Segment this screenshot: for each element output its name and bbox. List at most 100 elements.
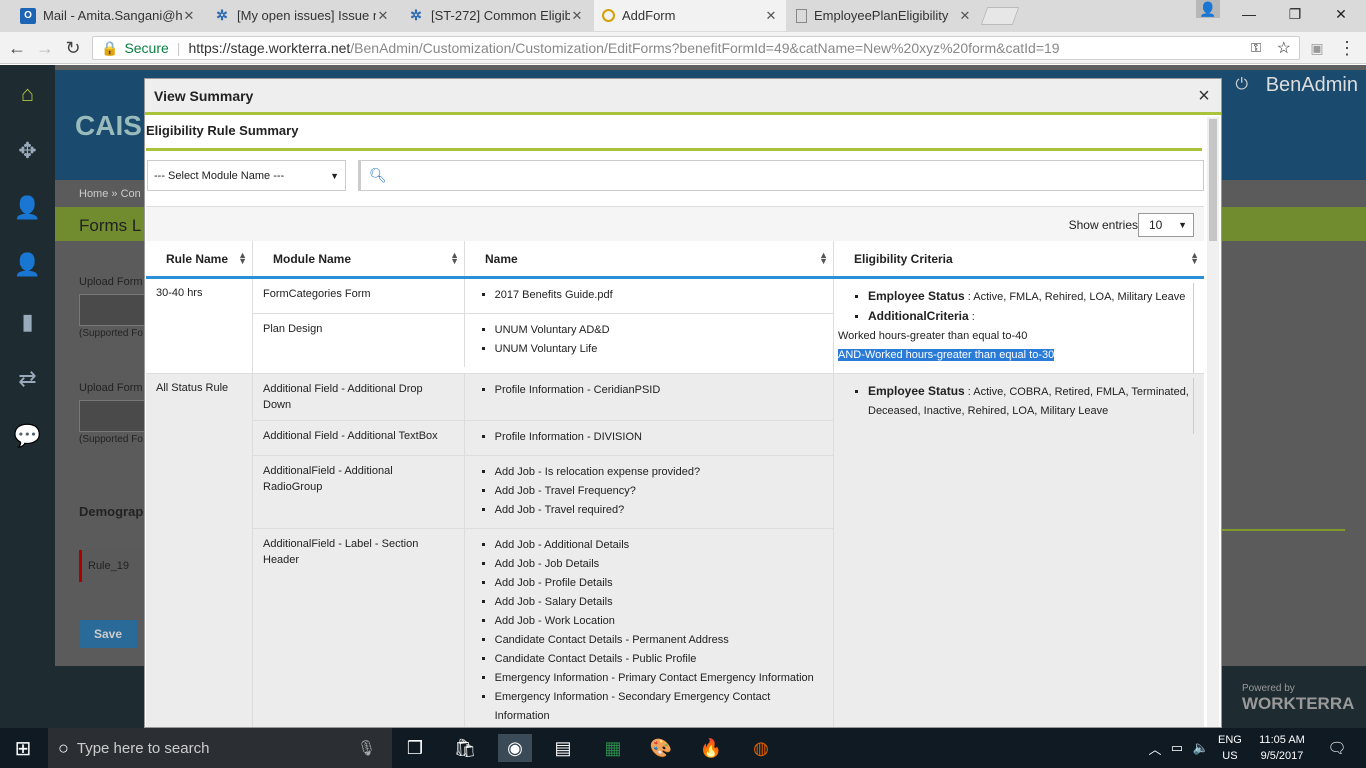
close-icon[interactable]: ✕ xyxy=(764,8,778,24)
puzzle-icon[interactable]: ✥ xyxy=(0,122,55,179)
column-label: Name xyxy=(485,251,518,266)
right-green-rule xyxy=(1215,529,1345,531)
tab-label: EmployeePlanEligibility xyxy=(814,8,949,23)
firefox-icon[interactable]: ◍ xyxy=(746,734,776,762)
module-name-cell: Additional Field - Additional TextBox xyxy=(253,421,465,455)
tab-my-open-issues[interactable]: ✲ [My open issues] Issue n ✕ xyxy=(206,0,398,31)
save-button[interactable]: Save xyxy=(79,620,137,648)
excel-icon[interactable]: ▦ xyxy=(598,734,628,762)
module-row: AdditionalField - Label - Section Header… xyxy=(253,529,833,727)
lock-icon: 🔒 xyxy=(101,39,119,56)
close-icon[interactable]: ✕ xyxy=(182,8,196,24)
user-star-icon[interactable]: 👤 xyxy=(0,179,55,236)
reload-icon[interactable]: ↻ xyxy=(62,37,84,59)
notifications-icon[interactable]: 🗨 xyxy=(1322,734,1352,762)
key-icon[interactable]: ⚿ xyxy=(1251,40,1261,56)
brand-name: BenAdmin xyxy=(1265,74,1358,96)
address-bar[interactable]: 🔒 Secure | https://stage.workterra.net/Be… xyxy=(92,36,1300,60)
company-name: CAIS xyxy=(75,110,142,141)
windows-start-icon[interactable]: ⊞ xyxy=(8,734,38,762)
paint-icon[interactable]: 🎨 xyxy=(646,734,676,762)
criteria-value: : Active, FMLA, Rehired, LOA, Military L… xyxy=(967,291,1186,303)
module-name-select[interactable]: --- Select Module Name --- ▼ xyxy=(147,160,346,191)
sort-icon: ▲ ▼ xyxy=(1190,250,1199,266)
close-window-button[interactable]: ✕ xyxy=(1318,0,1364,28)
name-list: Profile Information - CeridianPSID xyxy=(465,374,833,420)
tab-employee-plan-eligibility[interactable]: EmployeePlanEligibility ✕ xyxy=(788,0,980,31)
upload-form-field[interactable] xyxy=(79,294,149,326)
modal-close-button[interactable]: × xyxy=(1193,85,1215,107)
menu-icon[interactable]: ⋮ xyxy=(1336,37,1358,59)
tab-st-272[interactable]: ✲ [ST-272] Common Eligib ✕ xyxy=(400,0,592,31)
browser-tab-strip: O Mail - Amita.Sangani@h ✕ ✲ [My open is… xyxy=(0,0,1366,32)
table-body: 30-40 hrs FormCategories Form 2017 Benef… xyxy=(146,279,1204,727)
clock[interactable]: 11:05 AM 9/5/2017 xyxy=(1252,732,1312,764)
column-module-name[interactable]: Module Name ▲ ▼ xyxy=(253,241,465,276)
minimize-button[interactable]: — xyxy=(1226,0,1272,28)
power-icon[interactable]: ⏻ xyxy=(1235,76,1248,94)
microphone-icon[interactable]: 🎙 xyxy=(357,739,376,757)
transfer-icon[interactable]: ⇄ xyxy=(0,350,55,407)
close-icon[interactable]: ✕ xyxy=(570,8,584,24)
url-text: https://stage.workterra.net/BenAdmin/Cus… xyxy=(188,40,1059,56)
list-item: 2017 Benefits Guide.pdf xyxy=(495,286,823,305)
new-tab-button[interactable] xyxy=(980,7,1020,25)
module-name-cell: Plan Design xyxy=(253,314,465,367)
modal-scrollbar[interactable] xyxy=(1207,117,1219,727)
entries-per-page-select[interactable]: 10 ▼ xyxy=(1138,213,1194,237)
user-icon[interactable]: 👤 xyxy=(0,236,55,293)
taskbar: ⊞ ○ Type here to search 🎙 ❒ 🛍 ◉ ▤ ▦ 🎨 🔥 … xyxy=(0,728,1366,768)
bookmark-star-icon[interactable]: ☆ xyxy=(1277,38,1291,58)
criteria-item: Employee Status : Active, FMLA, Rehired,… xyxy=(868,287,1194,307)
column-name[interactable]: Name ▲ ▼ xyxy=(465,241,834,276)
rule-field-value: Rule_19 xyxy=(88,560,129,572)
extension-icon[interactable]: ▣ xyxy=(1306,37,1328,59)
list-item: Candidate Contact Details - Public Profi… xyxy=(495,650,823,669)
search-icon: ○ xyxy=(58,737,69,758)
volume-icon[interactable]: 🔈 xyxy=(1186,734,1216,762)
language-indicator[interactable]: ENG US xyxy=(1218,732,1242,764)
list-item: Add Job - Job Details xyxy=(495,555,823,574)
scrollbar-thumb[interactable] xyxy=(1209,119,1217,241)
powered-by-label: Powered by xyxy=(1242,683,1295,694)
upload-form-field[interactable] xyxy=(79,400,149,432)
task-view-icon[interactable]: ❒ xyxy=(400,734,430,762)
app-flame-icon[interactable]: 🔥 xyxy=(696,734,726,762)
secure-indicator[interactable]: 🔒 Secure xyxy=(101,40,169,57)
rule-name-cell: 30-40 hrs xyxy=(146,279,253,373)
list-item: Emergency Information - Primary Contact … xyxy=(495,669,823,688)
chat-icon[interactable]: 💬 xyxy=(0,407,55,464)
list-item: Emergency Information - Secondary Emerge… xyxy=(495,688,823,726)
module-select-value: --- Select Module Name --- xyxy=(154,169,285,182)
list-item: Add Job - Additional Details xyxy=(495,536,823,555)
chrome-icon[interactable]: ◉ xyxy=(498,734,532,762)
close-icon[interactable]: ✕ xyxy=(376,8,390,24)
store-icon[interactable]: 🛍 xyxy=(450,734,480,762)
chevron-down-icon: ▼ xyxy=(330,170,339,181)
supported-note: (Supported Fo xyxy=(79,328,143,339)
forward-icon[interactable]: → xyxy=(34,37,56,59)
column-eligibility-criteria[interactable]: Eligibility Criteria ▲ ▼ xyxy=(834,241,1204,276)
close-icon[interactable]: ✕ xyxy=(958,8,972,24)
tab-addform[interactable]: AddForm ✕ xyxy=(594,0,786,31)
name-list: Profile Information - DIVISION xyxy=(465,421,833,455)
name-list: 2017 Benefits Guide.pdf xyxy=(465,279,833,313)
column-rule-name[interactable]: Rule Name ▲ ▼ xyxy=(146,241,253,276)
back-icon[interactable]: ← xyxy=(6,37,28,59)
breadcrumb-home[interactable]: Home xyxy=(79,188,108,200)
taskbar-search[interactable]: ○ Type here to search 🎙 xyxy=(48,728,392,768)
chevron-down-icon: ▼ xyxy=(1178,220,1187,230)
bar-chart-icon[interactable]: ▮ xyxy=(0,293,55,350)
maximize-button[interactable]: ❐ xyxy=(1272,0,1318,28)
profile-icon[interactable]: 👤 xyxy=(1196,0,1220,18)
rule-field[interactable]: Rule_19 xyxy=(79,550,149,582)
app-icon[interactable]: ▤ xyxy=(548,734,578,762)
home-icon[interactable]: ⌂ xyxy=(0,65,55,122)
tab-label: [My open issues] Issue n xyxy=(237,8,376,23)
tab-mail[interactable]: O Mail - Amita.Sangani@h ✕ xyxy=(12,0,204,31)
upload-form-label: Upload Form xyxy=(79,382,143,394)
supported-note: (Supported Fo xyxy=(79,434,143,445)
breadcrumb-next[interactable]: Con xyxy=(121,188,141,200)
module-group: FormCategories Form 2017 Benefits Guide.… xyxy=(253,279,834,373)
search-input[interactable]: 🔍︎ xyxy=(358,160,1204,191)
